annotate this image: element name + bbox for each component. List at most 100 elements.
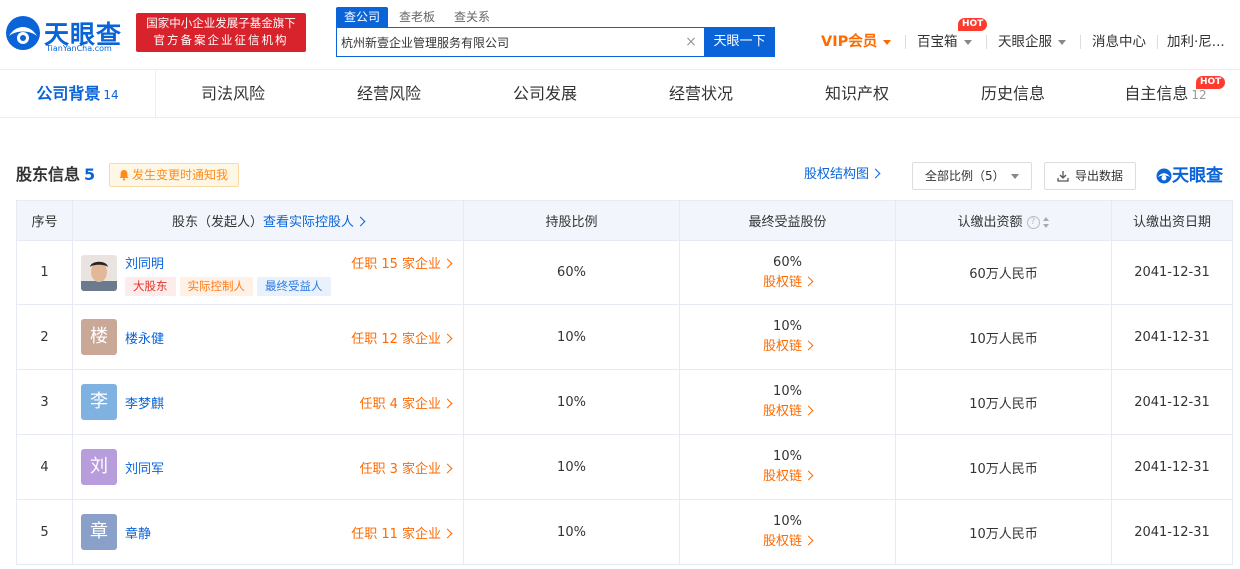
th-capital[interactable]: 认缴出资额? [895,200,1112,241]
logo-eye-icon [6,16,40,50]
ratio-filter-select[interactable]: 全部比例（5） [912,162,1032,190]
vip-label: VIP会员 [821,34,878,50]
tab-company-development[interactable]: 公司发展 [467,70,623,117]
tab-judicial-risk[interactable]: 司法风险 [155,70,311,117]
cell-capital: 10万人民币 [895,434,1112,500]
baibaoxiang-menu[interactable]: 百宝箱 [917,33,972,51]
tag-list: 大股东 实际控制人 最终受益人 [125,277,335,296]
search-tab-company[interactable]: 查公司 [336,7,389,27]
holder-name-link[interactable]: 章静 [125,523,151,542]
cell-index: 4 [16,434,73,500]
tab-company-background[interactable]: 公司背景 14 [0,70,155,117]
cell-benefit: 10% 股权链 [679,304,896,370]
chain-label: 股权链 [762,404,802,419]
tag-major-shareholder: 大股东 [125,277,176,296]
cell-date: 2041-12-31 [1111,499,1233,565]
equity-chain-link[interactable]: 股权链 [681,273,895,293]
fund-badge-line1: 国家中小企业发展子基金旗下 [146,16,296,30]
user-menu[interactable]: 加利·尼... [1167,33,1240,51]
cell-holder: 章 章静 任职 11 家企业 [72,499,464,565]
cell-date: 2041-12-31 [1111,240,1233,305]
nav-divider [905,35,906,49]
shareholder-table: 序号 股东（发起人）查看实际控股人 持股比例 最终受益股份 认缴出资额? 认缴出… [16,200,1233,565]
qifu-menu[interactable]: 天眼企服 [998,33,1066,51]
jobs-label: 任职 3 家企业 [359,462,441,477]
search-tab-boss[interactable]: 查老板 [399,7,435,27]
cell-index: 3 [16,369,73,435]
equity-chain-link[interactable]: 股权链 [681,532,895,552]
avatar[interactable]: 楼 [81,319,117,355]
avatar[interactable]: 章 [81,514,117,550]
holder-name-link[interactable]: 楼永健 [125,328,164,347]
holder-jobs-link[interactable]: 任职 4 家企业 [359,393,453,412]
tianyancha-logo[interactable]: 天眼查 TianYanCha.com [4,12,128,54]
cell-benefit: 10% 股权链 [679,434,896,500]
equity-chain-link[interactable]: 股权链 [681,402,895,422]
equity-chain-link[interactable]: 股权链 [681,467,895,487]
tab-operation-risk[interactable]: 经营风险 [311,70,467,117]
avatar[interactable] [81,255,117,291]
chevron-right-icon [442,258,453,269]
chevron-down-icon [963,39,972,45]
tab-history[interactable]: 历史信息 [935,70,1091,117]
download-icon [1057,171,1069,182]
logo-subtext: TianYanCha.com [46,44,112,53]
chevron-right-icon [803,405,814,416]
holder-name-link[interactable]: 刘同军 [125,458,164,477]
cell-capital: 60万人民币 [895,240,1112,305]
search-button[interactable]: 天眼一下 [704,27,775,57]
cell-ratio: 60% [463,240,680,305]
clear-icon[interactable]: × [683,34,699,50]
notify-change-button[interactable]: 发生变更时通知我 [109,163,239,187]
hot-badge: HOT [1196,76,1226,89]
holder-jobs-link[interactable]: 任职 12 家企业 [351,328,453,347]
export-data-button[interactable]: 导出数据 [1044,162,1136,190]
table-header-row: 序号 股东（发起人）查看实际控股人 持股比例 最终受益股份 认缴出资额? 认缴出… [16,200,1233,241]
main-nav: 公司背景 14 司法风险 经营风险 公司发展 经营状况 知识产权 历史信息 自主信… [0,70,1240,118]
message-center-link[interactable]: 消息中心 [1092,33,1146,51]
chevron-down-icon [1011,174,1019,179]
cell-date: 2041-12-31 [1111,369,1233,435]
cell-date: 2041-12-31 [1111,304,1233,370]
holder-jobs-link[interactable]: 任职 3 家企业 [359,458,453,477]
holder-name-link[interactable]: 李梦麒 [125,393,164,412]
benefit-value: 10% [773,384,802,399]
chain-label: 股权链 [762,534,802,549]
nav-divider [1157,35,1158,49]
chain-label: 股权链 [762,339,802,354]
avatar[interactable]: 李 [81,384,117,420]
holder-name-link[interactable]: 刘同明 [125,253,164,272]
qifu-label: 天眼企服 [998,34,1052,50]
cell-benefit: 10% 股权链 [679,369,896,435]
benefit-value: 60% [773,254,802,270]
top-header: 天眼查 TianYanCha.com 国家中小企业发展子基金旗下 官方备案企业征… [0,0,1240,70]
sort-icon[interactable] [1042,216,1050,229]
search-input[interactable] [341,32,671,52]
chevron-right-icon [442,333,453,344]
table-row: 4 刘 刘同军 任职 3 家企业 10% 10% 股权链 10万人民币 2041… [16,434,1233,500]
cell-holder: 楼 楼永健 任职 12 家企业 [72,304,464,370]
table-row: 5 章 章静 任职 11 家企业 10% 10% 股权链 10万人民币 2041… [16,499,1233,565]
cell-capital: 10万人民币 [895,369,1112,435]
cell-benefit: 60% 股权链 [679,240,896,305]
section-count: 5 [84,165,96,184]
search-box: × [336,27,704,57]
search-tab-relation[interactable]: 查关系 [454,7,490,27]
chevron-right-icon [803,470,814,481]
th-holder-link-label: 查看实际控股人 [263,215,355,230]
holder-jobs-link[interactable]: 任职 15 家企业 [351,253,453,272]
tab-intellectual-property[interactable]: 知识产权 [779,70,935,117]
equity-chain-link[interactable]: 股权链 [681,337,895,357]
cell-ratio: 10% [463,434,680,500]
help-icon[interactable]: ? [1026,216,1040,229]
avatar[interactable]: 刘 [81,449,117,485]
chevron-right-icon [442,463,453,474]
holder-jobs-link[interactable]: 任职 11 家企业 [351,523,453,542]
cell-ratio: 10% [463,304,680,370]
view-actual-controller-link[interactable]: 查看实际控股人 [263,215,366,230]
tab-business-status[interactable]: 经营状况 [623,70,779,117]
vip-member-menu[interactable]: VIP会员 [821,33,892,51]
equity-structure-link[interactable]: 股权结构图 [804,165,881,185]
cell-index: 1 [16,240,73,305]
tab-label: 公司背景 [36,84,101,103]
